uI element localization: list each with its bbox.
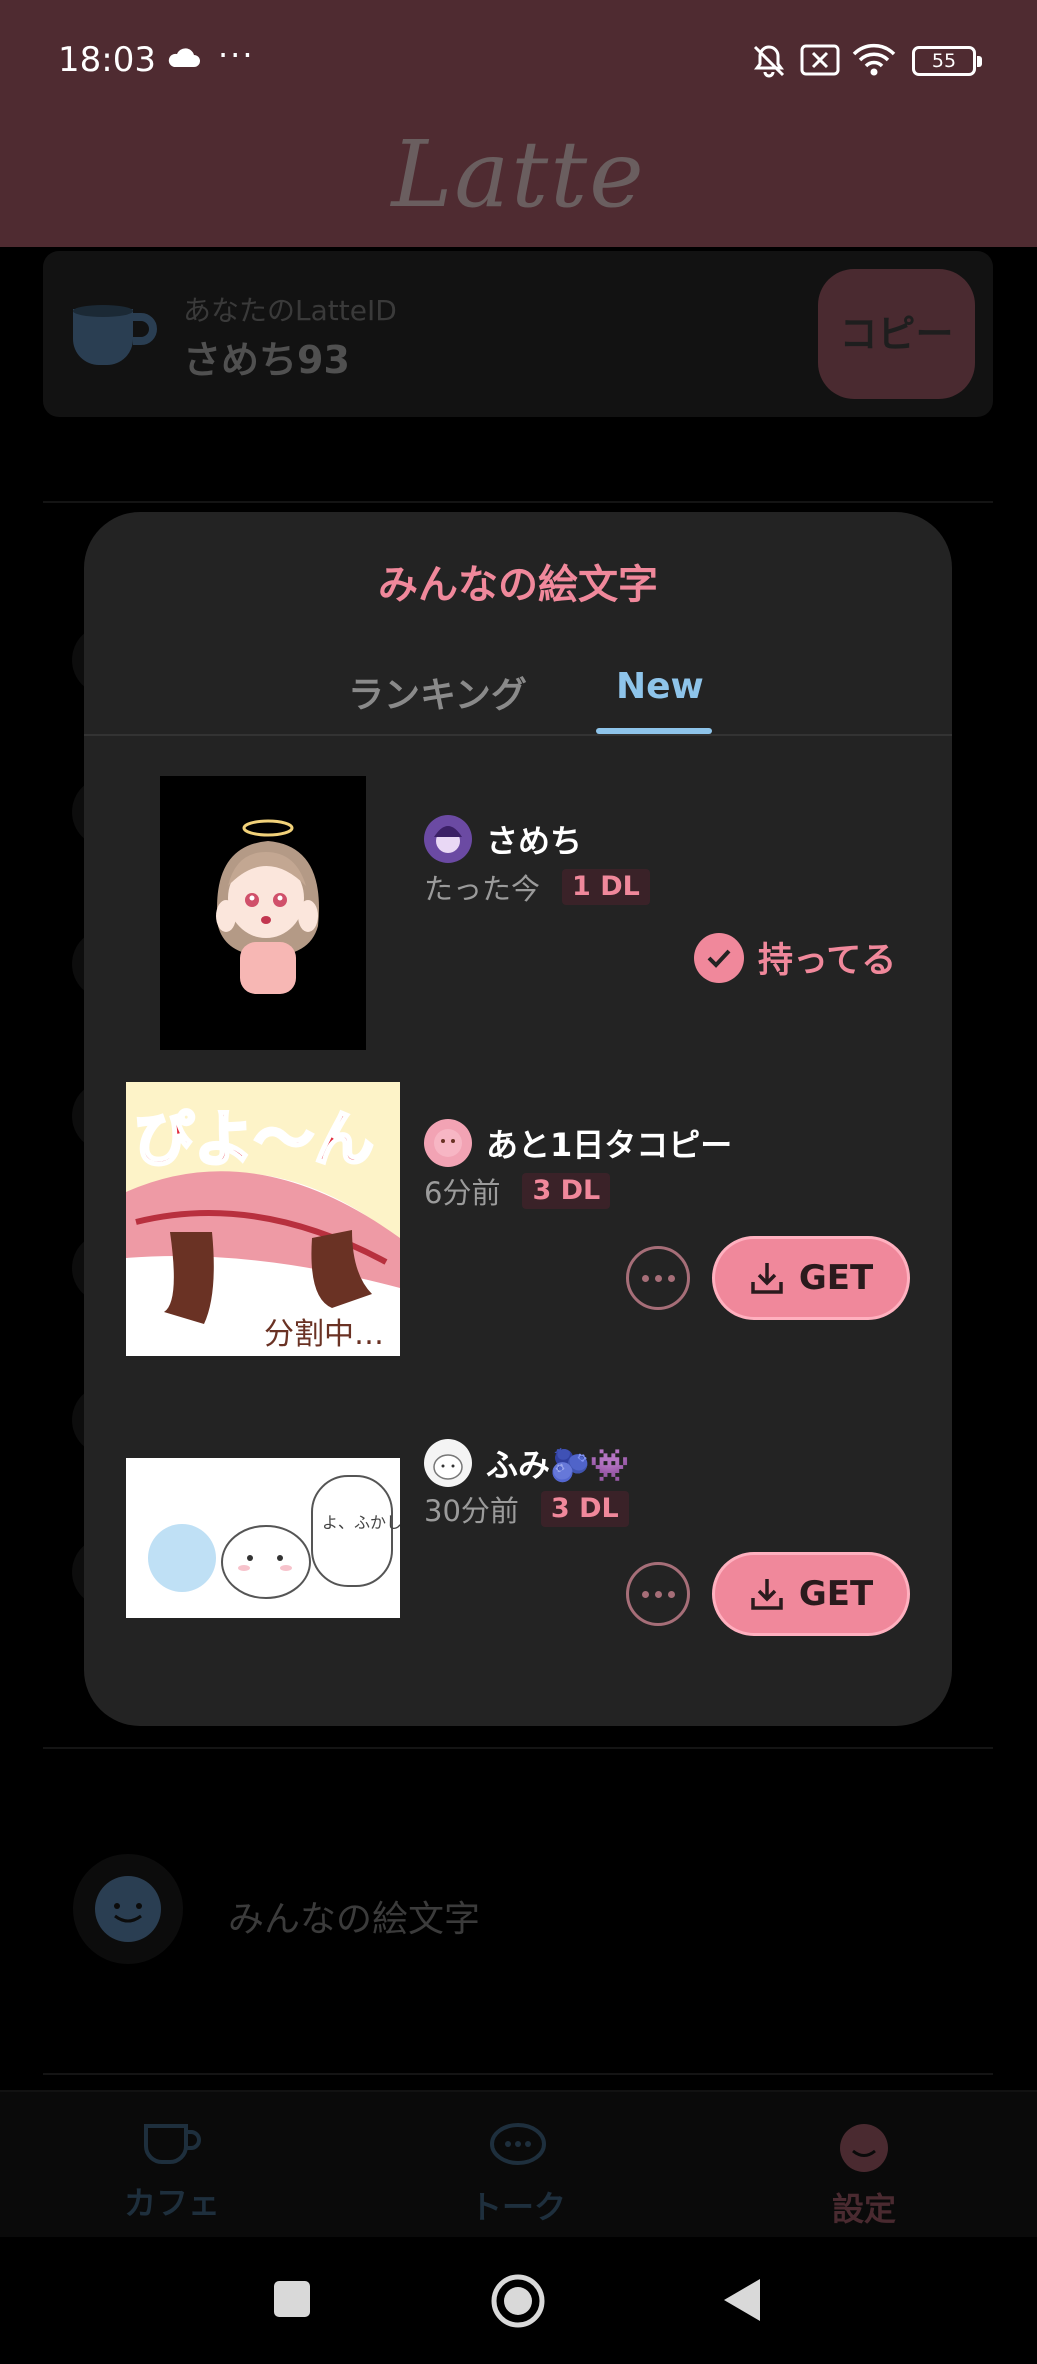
download-count-badge: 3 DL — [522, 1173, 611, 1209]
status-bar: 18:03 ··· 55 — [0, 0, 1037, 120]
more-options-button[interactable] — [626, 1562, 690, 1626]
emoji-item[interactable]: よ、ふかし しとかる。 ふみ🫐👾 30分前 3 DL GET — [84, 1398, 952, 1678]
emoji-item[interactable]: ぴよ〜ん 分割中… あと1日タコピー 6分前 3 DL GET — [84, 1082, 952, 1362]
latte-id-value: さめち93 — [183, 338, 350, 382]
smile-icon — [840, 2124, 888, 2172]
sticker-subcaption: 分割中… — [264, 1317, 384, 1352]
back-icon[interactable] — [722, 2277, 762, 2323]
sim-off-icon — [800, 44, 840, 76]
system-nav-bar — [0, 2237, 1037, 2364]
meta-row: たった今 1 DL — [424, 866, 650, 908]
octopus-sticker-image: ぴよ〜ん 分割中… — [126, 1082, 400, 1356]
coffee-cup-icon — [73, 305, 157, 365]
avatar — [424, 1119, 472, 1167]
emoji-menu-row[interactable]: みんなの絵文字 — [73, 1854, 973, 1964]
author-name: あと1日タコピー — [486, 1126, 733, 1164]
more-notifications-icon: ··· — [218, 36, 255, 74]
divider — [43, 1747, 993, 1749]
emoji-row-label: みんなの絵文字 — [228, 1899, 481, 1940]
owned-label: 持ってる — [758, 941, 897, 981]
emoji-item[interactable]: さめち たった今 1 DL 持ってる — [84, 762, 952, 1052]
sticker-caption: ぴよ〜ん — [134, 1105, 374, 1175]
modal-title: みんなの絵文字 — [378, 562, 658, 608]
upload-time: たった今 — [424, 872, 541, 906]
download-count-badge: 3 DL — [540, 1491, 629, 1527]
emoji-modal: みんなの絵文字 ランキング New さめち たった今 1 DL 持ってる ぴよ〜… — [84, 512, 952, 1726]
battery-indicator: 55 — [912, 46, 982, 76]
author-row[interactable]: ふみ🫐👾 — [424, 1438, 630, 1488]
tab-cafe[interactable]: カフェ — [72, 2122, 272, 2224]
emoji-thumbnail[interactable] — [160, 776, 366, 1050]
get-button[interactable]: GET — [712, 1236, 910, 1320]
emoji-row-icon-wrap — [73, 1854, 183, 1964]
home-icon[interactable] — [490, 2273, 546, 2329]
cloud-icon — [168, 48, 200, 67]
more-options-button[interactable] — [626, 1246, 690, 1310]
tab-settings-label: 設定 — [831, 2190, 896, 2228]
status-time: 18:03 — [58, 40, 156, 80]
chat-bubble-icon — [490, 2123, 546, 2165]
bottom-tab-bar: カフェ トーク 設定 — [0, 2090, 1037, 2237]
girl-sticker-image — [216, 819, 319, 994]
active-tab-indicator — [596, 728, 712, 734]
upload-time: 30分前 — [424, 1494, 519, 1528]
emoji-thumbnail[interactable]: よ、ふかし しとかる。 — [126, 1458, 400, 1618]
avatar — [424, 815, 472, 863]
wifi-icon — [852, 43, 896, 76]
emoji-thumbnail[interactable]: ぴよ〜ん 分割中… — [126, 1082, 400, 1356]
author-row[interactable]: あと1日タコピー — [424, 1118, 732, 1168]
download-icon — [751, 1579, 783, 1610]
tab-new[interactable]: New — [616, 666, 704, 707]
owned-indicator: 持ってる — [694, 932, 896, 983]
meta-row: 30分前 3 DL — [424, 1488, 629, 1530]
tab-cafe-label: カフェ — [123, 2184, 220, 2222]
latte-id-card: あなたのLatteID さめち93 コピー — [43, 251, 993, 417]
meta-row: 6分前 3 DL — [424, 1170, 611, 1212]
bell-muted-icon — [753, 45, 785, 78]
coffee-cup-icon — [144, 2124, 201, 2164]
download-icon — [751, 1263, 783, 1294]
sticker-caption: よ、ふかし しとかる。 — [322, 1513, 400, 1532]
author-row[interactable]: さめち — [424, 814, 582, 864]
modal-tabs: ランキング New — [84, 652, 952, 736]
tab-settings[interactable]: 設定 — [764, 2122, 964, 2230]
get-button[interactable]: GET — [712, 1552, 910, 1636]
app-logo: Latte — [391, 121, 646, 228]
app-header: 18:03 ··· 55 Latte — [0, 0, 1037, 247]
tab-ranking[interactable]: ランキング — [348, 666, 527, 718]
upload-time: 6分前 — [424, 1176, 501, 1210]
get-label: GET — [798, 1258, 874, 1298]
divider — [43, 501, 993, 503]
avatar — [424, 1439, 472, 1487]
latte-id-label: あなたのLatteID — [183, 294, 397, 327]
copy-id-button[interactable]: コピー — [818, 269, 975, 399]
get-label: GET — [798, 1574, 874, 1614]
author-name: ふみ🫐👾 — [486, 1446, 630, 1484]
hamster-sticker-image: よ、ふかし しとかる。 — [126, 1458, 400, 1618]
check-icon — [694, 932, 744, 983]
author-name: さめち — [486, 822, 583, 860]
smile-icon — [95, 1876, 161, 1942]
tab-talk-label: トーク — [469, 2188, 566, 2226]
divider — [43, 2073, 993, 2075]
recents-icon[interactable] — [272, 2279, 312, 2319]
tab-talk[interactable]: トーク — [418, 2122, 618, 2228]
download-count-badge: 1 DL — [562, 869, 650, 905]
